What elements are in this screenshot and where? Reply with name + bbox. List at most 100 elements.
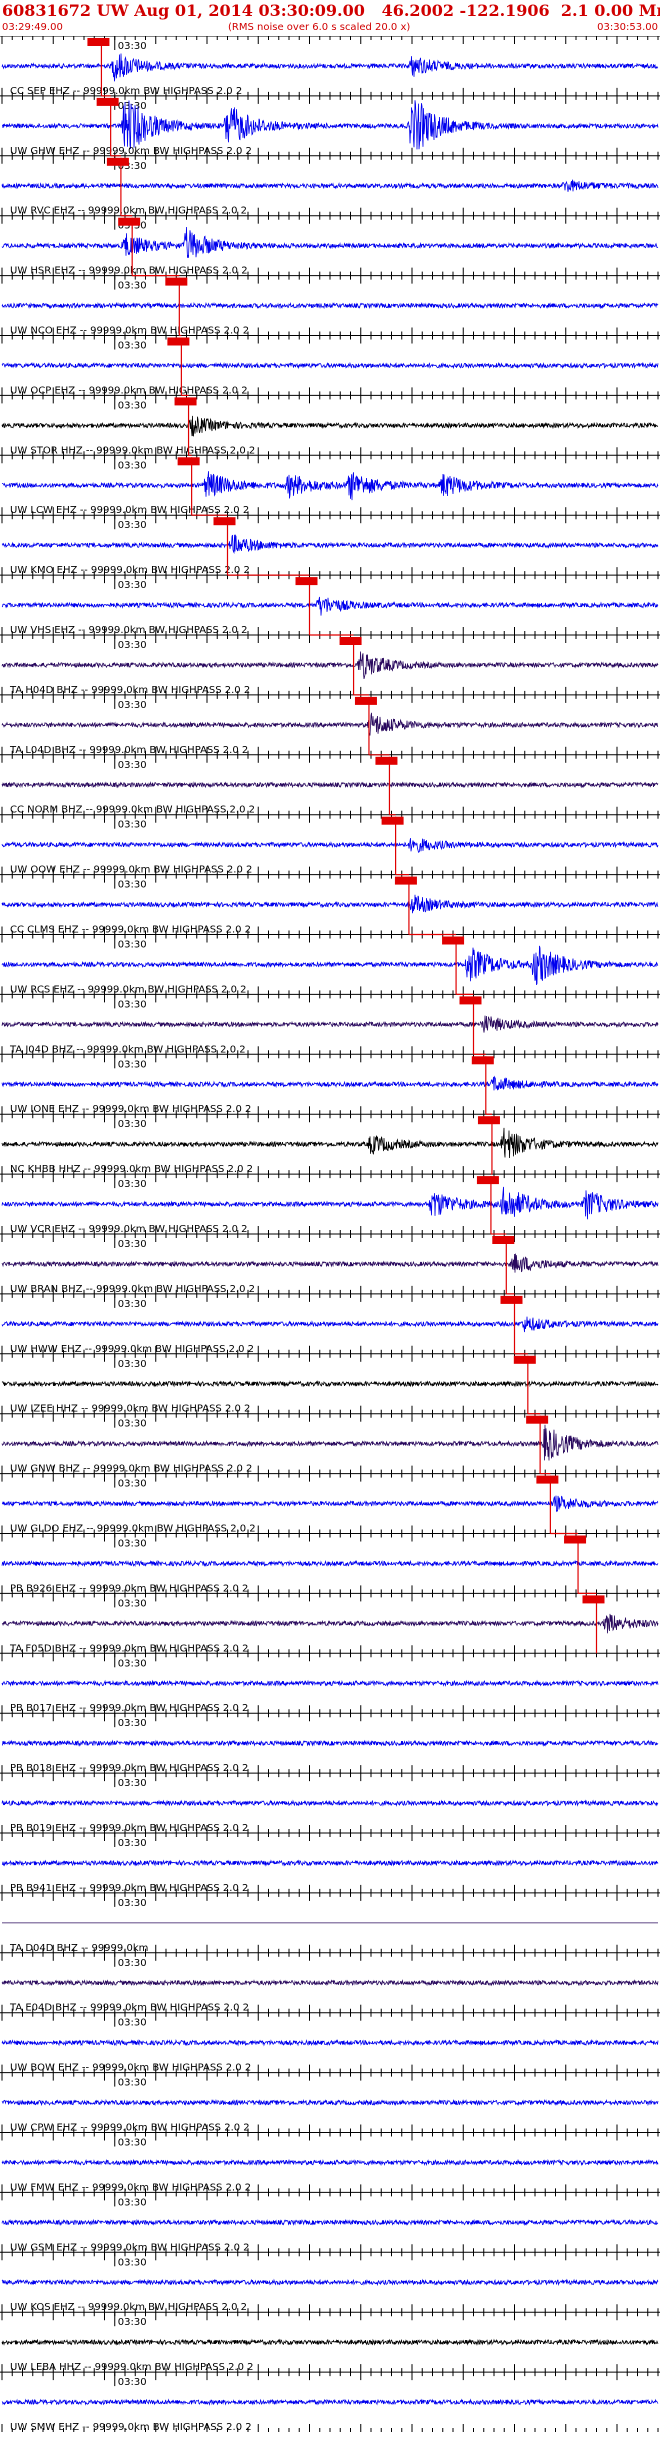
waveform-trace [1, 1075, 659, 1091]
trace-panel: 03:30UW GSM EHZ -- 99999.0km BW HIGHPASS… [0, 2191, 660, 2253]
trace-panel: 03:30 TA D04D BHZ -- 99999.0km [0, 1892, 660, 1954]
waveform-trace [1, 53, 659, 82]
minute-tick-label: 03:30 [118, 1598, 147, 1609]
waveform-trace [1, 471, 659, 501]
trace-panel: 03:30 TA L04D BHZ -- 99999.0km BW HIGHPAS… [0, 694, 660, 756]
waveform-trace [1, 781, 659, 789]
station-label: UW GHW EHZ -- 99999.0km BW HIGHPASS 2.0 … [10, 146, 252, 157]
minute-tick-label: 03:30 [118, 1119, 147, 1130]
trace-panel: 03:30 UW BOW EHZ -- 99999.0km BW HIGHPASS… [0, 2012, 660, 2074]
trace-panel: 03:30UW RVC EHZ -- 99999.0km BW HIGHPASS… [0, 155, 660, 217]
station-label: UW GLDO EHZ -- 99999.0km BW HIGHPASS 2.0… [10, 1524, 256, 1535]
station-label: UW GNW BHZ -- 99999.0km BW HIGHPASS 2.0 … [10, 1464, 252, 1475]
waveform-trace [1, 2038, 659, 2047]
waveform-trace [1, 596, 659, 616]
trace-panel: 03:30 UW IZEE HHZ -- 99999.0km BW HIGHPAS… [0, 1353, 660, 1415]
waveform-trace [1, 1316, 659, 1333]
minute-tick-label: 03:30 [118, 1359, 147, 1370]
minute-tick-label: 03:30 [118, 880, 147, 891]
minute-tick-label: 03:30 [118, 940, 147, 951]
trace-panel: 03:30 UW OCP EHZ -- 99999.0km BW HIGHPASS… [0, 335, 660, 396]
waveform-trace [1, 1739, 659, 1747]
minute-tick-label: 03:30 [118, 2018, 147, 2029]
minute-tick-label: 03:30 [118, 1539, 147, 1550]
trace-panel: 03:30 TA H04D BHZ -- 99999.0km BW HIGHPAS… [0, 634, 660, 696]
waveform-trace [1, 1495, 659, 1513]
waveform-trace [1, 1859, 659, 1867]
station-label: UW HSR EHZ -- 99999.0km BW HIGHPASS 2.0 … [10, 266, 248, 277]
trace-panel: 03:30 UW VCR EHZ -- 99999.0km BW HIGHPASS… [0, 1173, 660, 1235]
minute-tick-label: 03:30 [118, 1239, 147, 1250]
trace-panel: 03:30 UW HWW EHZ -- 99999.0km BW HIGHPASS… [0, 1293, 660, 1355]
station-label: TA F05D BHZ -- 99999.0km BW HIGHPASS 2.0… [9, 1643, 248, 1654]
station-label: UW VHS EHZ -- 99999.0km BW HIGHPASS 2.0 … [10, 625, 247, 636]
waveform-trace [1, 2098, 659, 2107]
station-label: CC NORM BHZ -- 99999.0km BW HIGHPASS 2.0… [10, 805, 255, 816]
waveform-trace [1, 1015, 659, 1033]
trace-panel: 03:30 UW BRAN BHZ -- 99999.0km BW HIGHPAS… [0, 1233, 660, 1295]
trace-panel: 03:30 TA J04D BHZ -- 99999.0km BW HIGHPAS… [0, 993, 660, 1055]
minute-tick-label: 03:30 [118, 1778, 147, 1789]
trace-panel: 03:30 UW GNW BHZ -- 99999.0km BW HIGHPASS… [0, 1413, 660, 1475]
station-label: PB B017 EHZ -- 99999.0km BW HIGHPASS 2.0… [10, 1703, 248, 1714]
station-label: TA H04D BHZ -- 99999.0km BW HIGHPASS 2.0… [9, 685, 250, 696]
trace-panel: 03:30 PB B941 EHZ -- 99999.0km BW HIGHPAS… [0, 1832, 660, 1894]
waveform-trace [1, 179, 659, 192]
station-label: UW LCW EHZ -- 99999.0km BW HIGHPASS 2.0 … [10, 505, 249, 516]
waveform-trace [1, 894, 659, 914]
station-label: UW STOR HHZ -- 99999.0km BW HIGHPASS 2.0… [10, 445, 255, 456]
station-label: UW FMW EHZ -- 99999.0km BW HIGHPASS 2.0 … [10, 2182, 251, 2193]
minute-tick-label: 03:30 [118, 1479, 147, 1490]
trace-panel: 03:30UW HSR EHZ -- 99999.0km BW HIGHPASS… [0, 215, 660, 277]
station-label: UW HWW EHZ -- 99999.0km BW HIGHPASS 2.0 … [10, 1344, 254, 1355]
station-label: NC KHBB HHZ -- 99999.0km BW HIGHPASS 2.0… [10, 1164, 253, 1175]
trace-panel: 03:30 TA F05D BHZ -- 99999.0km BW HIGHPAS… [0, 1592, 660, 1654]
trace-panel: 03:30 UW KMO EHZ -- 99999.0km BW HIGHPASS… [0, 514, 660, 576]
trace-panel: 03:30 UW STOR HHZ -- 99999.0km BW HIGHPAS… [0, 394, 660, 456]
trace-panel: 03:30 CC CLMS EHZ -- 99999.0km BW HIGHPAS… [0, 874, 660, 936]
minute-tick-label: 03:30 [118, 341, 147, 352]
minute-tick-label: 03:30 [118, 2138, 147, 2149]
event-title: 60831672 UW Aug 01, 2014 03:30:09.00 46.… [2, 1, 660, 20]
trace-panel: 03:30 UW OOW EHZ -- 99999.0km BW HIGHPASS… [0, 814, 660, 876]
minute-tick-label: 03:30 [118, 41, 147, 52]
minute-tick-label: 03:30 [118, 580, 147, 591]
trace-panel: 03:30 CC NORM BHZ -- 99999.0km BW HIGHPAS… [0, 754, 660, 816]
record-header: 60831672 UW Aug 01, 2014 03:30:09.00 46.… [0, 0, 660, 36]
station-label: TA D04D BHZ -- 99999.0km [9, 1943, 148, 1954]
waveform-trace [1, 2158, 659, 2167]
station-label: UW VCR EHZ -- 99999.0km BW HIGHPASS 2.0 … [10, 1224, 248, 1235]
trace-panel: 03:30 NC KHBB HHZ -- 99999.0km BW HIGHPAS… [0, 1113, 660, 1175]
station-label: PB B941 EHZ -- 99999.0km BW HIGHPASS 2.0… [10, 1883, 248, 1894]
waveform-trace [1, 1127, 659, 1159]
waveform-trace [1, 1253, 659, 1273]
minute-tick-label: 03:30 [118, 281, 147, 292]
station-label: UW KMO EHZ -- 99999.0km BW HIGHPASS 2.0 … [10, 565, 250, 576]
minute-tick-label: 03:30 [118, 400, 147, 411]
minute-tick-label: 03:30 [118, 2078, 147, 2089]
station-label: UW OCP EHZ -- 99999.0km BW HIGHPASS 2.0 … [10, 385, 248, 396]
minute-tick-label: 03:30 [118, 1958, 147, 1969]
waveform-trace [1, 945, 659, 986]
waveform-trace [1, 1559, 659, 1568]
trace-panel: 03:30 PB B019 EHZ -- 99999.0km BW HIGHPAS… [0, 1772, 660, 1834]
waveform-trace [1, 1613, 659, 1634]
trace-panel: 03:30 UW GLDO EHZ -- 99999.0km BW HIGHPAS… [0, 1473, 660, 1535]
trace-panel: 03:30 UW VHS EHZ -- 99999.0km BW HIGHPASS… [0, 574, 660, 636]
station-label: UW IONE EHZ -- 99999.0km BW HIGHPASS 2.0… [10, 1104, 251, 1115]
station-label: CC SEP EHZ -- 99999.0km BW HIGHPASS 2.0 … [10, 86, 242, 97]
waveform-trace [1, 1799, 659, 1807]
station-label: UW BOW EHZ -- 99999.0km BW HIGHPASS 2.0 … [10, 2063, 251, 2074]
waveform-trace [1, 361, 659, 370]
station-label: UW RCS EHZ -- 99999.0km BW HIGHPASS 2.0 … [10, 984, 247, 995]
station-label: TA J04D BHZ -- 99999.0km BW HIGHPASS 2.0… [9, 1044, 246, 1055]
minute-tick-label: 03:30 [118, 1419, 147, 1430]
start-time: 03:29:49.00 [2, 22, 63, 33]
trace-panel: 03:30 UW IONE EHZ -- 99999.0km BW HIGHPAS… [0, 1053, 660, 1115]
waveform-trace [1, 651, 659, 679]
station-label: UW CPW EHZ -- 99999.0km BW HIGHPASS 2.0 … [10, 2123, 250, 2134]
station-label: PB B018 EHZ -- 99999.0km BW HIGHPASS 2.0… [10, 1763, 248, 1774]
waveform-trace [1, 1679, 659, 1687]
station-label: UW OOW EHZ -- 99999.0km BW HIGHPASS 2.0 … [10, 865, 252, 876]
waveform-trace [1, 838, 659, 853]
